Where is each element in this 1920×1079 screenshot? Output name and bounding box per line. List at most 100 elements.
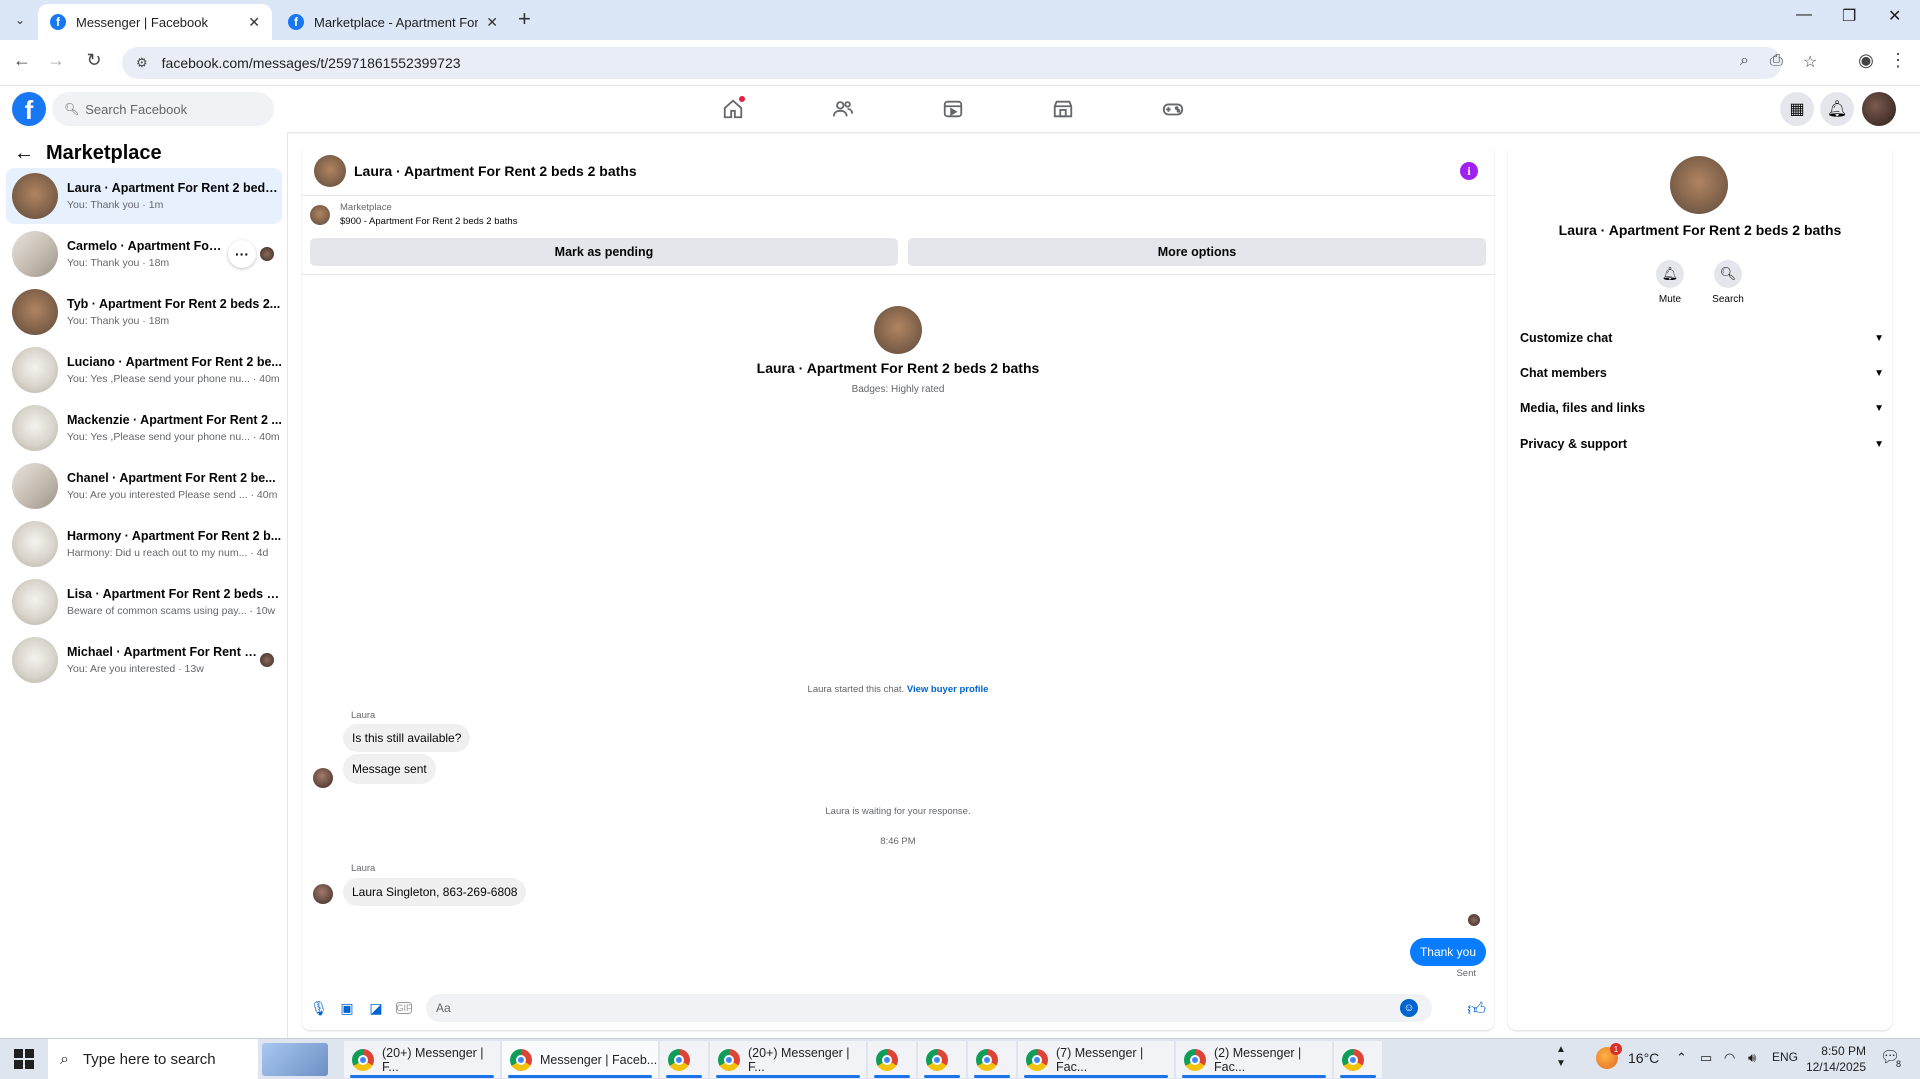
profile-icon[interactable]: ◉	[1854, 50, 1878, 71]
zoom-icon[interactable]: ⌕	[1740, 52, 1749, 70]
outgoing-message[interactable]: Thank you	[1409, 938, 1486, 966]
customize-chat-section[interactable]: Customize chat ▼	[1520, 326, 1884, 350]
video-nav-icon[interactable]	[933, 94, 973, 124]
account-avatar[interactable]	[1862, 92, 1896, 126]
back-arrow-icon[interactable]: ←	[14, 142, 34, 165]
conversation-item[interactable]: Mackenzie · Apartment For Rent 2 ... You:…	[6, 400, 282, 456]
sender-avatar[interactable]	[313, 884, 333, 904]
listing-thumbnail	[12, 173, 58, 219]
marketplace-nav-icon[interactable]	[1043, 94, 1083, 124]
incoming-message[interactable]: Message sent	[343, 754, 436, 784]
chevron-down-icon: ▼	[1874, 402, 1884, 414]
tab-messenger[interactable]: f Messenger | Facebook ✕	[38, 4, 272, 40]
chrome-menu-icon[interactable]: ⋮	[1886, 50, 1910, 71]
taskbar-chrome-window[interactable]	[868, 1041, 916, 1078]
scroll-arrows-icon[interactable]: ▲ ▼	[1556, 1043, 1566, 1071]
close-window-icon[interactable]: ✕	[1888, 6, 1901, 26]
chat-title[interactable]: Laura · Apartment For Rent 2 beds 2 bath…	[354, 163, 637, 179]
show-hidden-icons-icon[interactable]: ⌃	[1676, 1050, 1687, 1066]
close-tab-icon[interactable]: ✕	[248, 14, 260, 31]
minimize-icon[interactable]: —	[1796, 6, 1812, 24]
listing-summary[interactable]: Marketplace $900 - Apartment For Rent 2 …	[310, 202, 517, 227]
gif-icon[interactable]: GIF	[396, 1002, 412, 1014]
chat-avatar[interactable]	[314, 154, 346, 187]
facebook-logo-icon[interactable]: f	[12, 92, 46, 126]
menu-grid-icon[interactable]: ▦	[1780, 92, 1814, 126]
omnibox[interactable]: ⚙ facebook.com/messages/t/25971861552399…	[122, 47, 1782, 79]
meet-now-icon[interactable]: ▭	[1700, 1050, 1712, 1066]
temperature[interactable]: 16°C	[1628, 1050, 1659, 1066]
clock[interactable]: 8:50 PM 12/14/2025	[1796, 1043, 1866, 1075]
conversation-item[interactable]: Tyb · Apartment For Rent 2 beds 2... You:…	[6, 284, 282, 340]
taskbar-chrome-window[interactable]: (7) Messenger | Fac...	[1018, 1041, 1174, 1078]
conversation-text: Mackenzie · Apartment For Rent 2 ... You:…	[67, 413, 282, 443]
back-arrow-icon[interactable]: ←	[10, 50, 34, 71]
search-conversation-button[interactable]: 🔍︎ Search	[1698, 260, 1758, 305]
tab-search-dropdown[interactable]: ⌄	[6, 8, 34, 32]
thumbs-up-icon[interactable]: 👍︎	[1467, 998, 1486, 1020]
reload-icon[interactable]: ↻	[82, 50, 106, 71]
chat-details-panel: Laura · Apartment For Rent 2 beds 2 bath…	[1508, 146, 1892, 1030]
taskbar-chrome-window[interactable]	[660, 1041, 708, 1078]
listing-thumbnail	[12, 463, 58, 509]
conversation-item[interactable]: Lisa · Apartment For Rent 2 beds 2... Bew…	[6, 574, 282, 630]
mute-button[interactable]: 🔔︎ Mute	[1640, 260, 1700, 305]
facebook-favicon-icon: f	[288, 14, 304, 30]
conversation-item[interactable]: Chanel · Apartment For Rent 2 be... You: …	[6, 458, 282, 514]
taskbar-search[interactable]: ⌕ Type here to search	[48, 1039, 258, 1079]
language-indicator[interactable]: ENG	[1772, 1050, 1798, 1064]
chat-panel: Laura · Apartment For Rent 2 beds 2 bath…	[302, 146, 1494, 1030]
close-tab-icon[interactable]: ✕	[486, 14, 498, 31]
conversation-item[interactable]: Carmelo · Apartment For Rent 2 You: Thank…	[6, 226, 282, 282]
wifi-icon[interactable]: ◠	[1724, 1050, 1735, 1066]
restore-icon[interactable]: ❐	[1842, 6, 1856, 26]
incoming-message[interactable]: Laura Singleton, 863-269-6808	[343, 878, 527, 906]
notifications-bell-icon[interactable]: 🔔︎	[1820, 92, 1854, 126]
home-nav-icon[interactable]	[713, 94, 753, 124]
conversation-item[interactable]: Michael · Apartment For Rent 2 ... You: A…	[6, 632, 282, 688]
more-options-button[interactable]: More options	[908, 238, 1486, 266]
intro-avatar[interactable]	[874, 306, 922, 354]
friends-nav-icon[interactable]	[823, 94, 863, 124]
site-info-icon[interactable]: ⚙	[136, 55, 148, 71]
incoming-message[interactable]: Is this still available?	[343, 724, 471, 752]
taskbar-chrome-window[interactable]: Messenger | Faceb...	[502, 1041, 658, 1078]
taskbar-chrome-window[interactable]: (2) Messenger | Fac...	[1176, 1041, 1332, 1078]
conversation-item[interactable]: Harmony · Apartment For Rent 2 b... Harmo…	[6, 516, 282, 572]
sender-avatar[interactable]	[313, 768, 333, 788]
media-files-links-section[interactable]: Media, files and links ▼	[1520, 396, 1884, 420]
details-avatar[interactable]	[1670, 156, 1728, 214]
new-tab-button[interactable]: +	[518, 6, 531, 32]
view-buyer-profile-link[interactable]: View buyer profile	[907, 684, 989, 695]
url-text[interactable]: facebook.com/messages/t/2597186155239972…	[162, 55, 461, 71]
message-input[interactable]: Aa ☺	[426, 994, 1432, 1022]
conversation-item[interactable]: Laura · Apartment For Rent 2 beds... You:…	[6, 168, 282, 224]
privacy-support-section[interactable]: Privacy & support ▼	[1520, 432, 1884, 456]
sticker-icon[interactable]: ◪	[367, 999, 385, 1017]
more-options-icon[interactable]: ···	[228, 240, 256, 268]
install-app-icon[interactable]: ⎙	[1770, 52, 1783, 70]
tab-marketplace[interactable]: f Marketplace - Apartment For Re ✕	[276, 4, 510, 40]
mark-as-pending-button[interactable]: Mark as pending	[310, 238, 898, 266]
info-icon[interactable]: i	[1460, 162, 1478, 180]
sidebar-header: ← Marketplace	[14, 142, 162, 165]
taskbar-chrome-window[interactable]	[918, 1041, 966, 1078]
conversation-item[interactable]: Luciano · Apartment For Rent 2 be... You:…	[6, 342, 282, 398]
windows-start-icon[interactable]	[14, 1049, 34, 1069]
taskbar-chrome-window[interactable]	[968, 1041, 1016, 1078]
taskbar-chrome-window[interactable]	[1334, 1041, 1382, 1078]
emoji-icon[interactable]: ☺	[1400, 999, 1418, 1017]
photo-icon[interactable]: ▣	[338, 999, 356, 1017]
facebook-search-input[interactable]: 🔍︎ Search Facebook	[52, 92, 274, 126]
gaming-nav-icon[interactable]	[1153, 94, 1193, 124]
volume-icon[interactable]: 🔊︎	[1748, 1050, 1756, 1066]
microphone-icon[interactable]: 🎙︎	[310, 999, 328, 1017]
widgets-icon[interactable]	[262, 1043, 328, 1076]
taskbar-chrome-window[interactable]: (20+) Messenger | F...	[710, 1041, 866, 1078]
conversation-preview: You: Yes ,Please send your phone nu... ·…	[67, 431, 280, 443]
conversation-name: Tyb · Apartment For Rent 2 beds 2...	[67, 297, 281, 311]
chat-members-section[interactable]: Chat members ▼	[1520, 361, 1884, 385]
bookmark-star-icon[interactable]: ☆	[1803, 52, 1817, 72]
taskbar-chrome-window[interactable]: (20+) Messenger | F...	[344, 1041, 500, 1078]
forward-arrow-icon[interactable]: →	[44, 50, 68, 71]
